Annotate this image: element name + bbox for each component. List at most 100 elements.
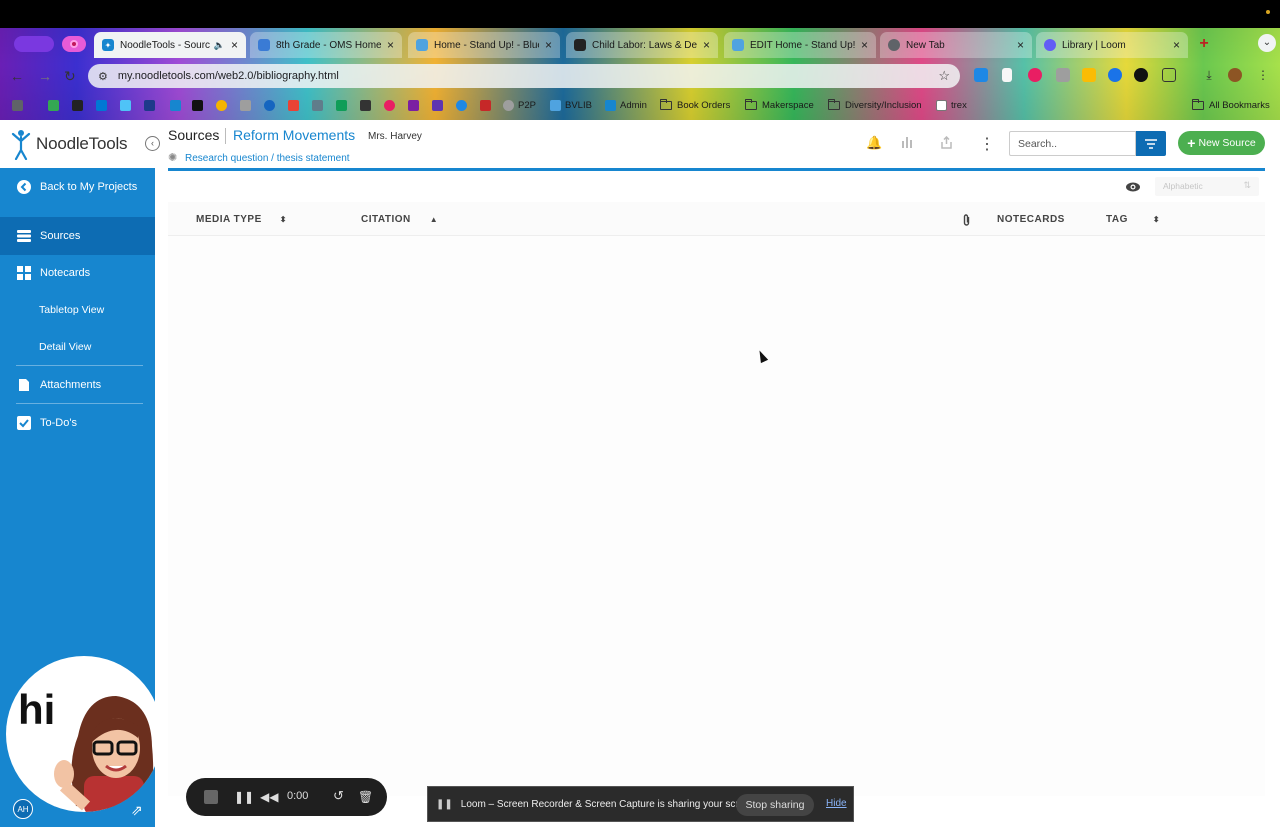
trash-icon[interactable]: 🗑	[358, 790, 373, 804]
bookmark-bvlib[interactable]: BVLIB	[550, 100, 592, 111]
book-favicon-icon	[574, 39, 586, 51]
bookmark-icon[interactable]	[432, 100, 447, 111]
bookmark-icon[interactable]	[456, 100, 471, 111]
bookmark-icon[interactable]	[264, 100, 279, 111]
bookmark-folder-makerspace[interactable]: Makerspace	[745, 99, 814, 111]
logo[interactable]: NoodleTools	[0, 120, 155, 168]
pause-icon[interactable]: ❚❚	[234, 790, 254, 804]
bookmark-icon[interactable]	[288, 100, 303, 111]
eye-icon[interactable]	[1126, 182, 1140, 192]
extension-icon[interactable]	[1108, 68, 1122, 82]
tab-8th-grade[interactable]: 8th Grade - OMS Home ×	[250, 32, 402, 58]
tab-title: Library | Loom	[1062, 39, 1126, 51]
rewind-icon[interactable]: ◀◀	[260, 790, 278, 804]
hide-link[interactable]: Hide	[826, 798, 847, 809]
extension-icon[interactable]	[974, 68, 988, 82]
tab-edit-home[interactable]: EDIT Home - Stand Up! ×	[724, 32, 876, 58]
bookmark-icon[interactable]	[312, 100, 327, 111]
filter-button[interactable]	[1136, 131, 1166, 156]
site-info-icon[interactable]: ⚙	[98, 70, 108, 83]
bookmark-icon[interactable]	[336, 100, 351, 111]
sort-select[interactable]: Alphabetic ⇅	[1155, 177, 1259, 196]
bookmark-label: trex	[951, 100, 967, 111]
close-tab-icon[interactable]: ×	[703, 38, 710, 52]
share-arrow-icon[interactable]: ⇗	[131, 802, 143, 819]
project-title[interactable]: Reform Movements	[233, 127, 355, 143]
bookmark-icon[interactable]	[384, 100, 399, 111]
column-citation[interactable]: CITATION ▲	[361, 214, 438, 225]
close-tab-icon[interactable]: ×	[861, 38, 868, 52]
download-icon[interactable]: ⤓	[1202, 68, 1216, 82]
tab-loom-library[interactable]: Library | Loom ×	[1036, 32, 1188, 58]
bookmark-icon[interactable]	[192, 100, 207, 111]
extension-icon[interactable]	[1056, 68, 1070, 82]
new-tab-button[interactable]: +	[1196, 36, 1212, 52]
tab-child-labor[interactable]: Child Labor: Laws & De ×	[566, 32, 718, 58]
back-to-projects[interactable]: Back to My Projects	[0, 176, 155, 198]
bookmark-icon[interactable]	[480, 100, 495, 111]
bookmark-icon[interactable]	[120, 100, 135, 111]
profile-avatar[interactable]	[1228, 68, 1242, 82]
extension-icon[interactable]	[1134, 68, 1148, 82]
sidebar-item-detail-view[interactable]: Detail View	[0, 335, 155, 359]
all-bookmarks[interactable]: All Bookmarks	[1192, 99, 1270, 111]
tab-list-chevron-icon[interactable]: ⌄	[1258, 34, 1276, 52]
bookmark-icon[interactable]	[144, 100, 159, 111]
bookmark-p2p[interactable]: P2P	[503, 100, 536, 111]
bookmark-icon[interactable]	[360, 100, 375, 111]
new-source-button[interactable]: + New Source	[1178, 131, 1265, 155]
user-avatar[interactable]: AH	[13, 799, 33, 819]
bookmark-trex[interactable]: trex	[936, 100, 967, 111]
column-media-type[interactable]: MEDIA TYPE ⬍	[196, 214, 287, 225]
research-question-link[interactable]: ✺ Research question / thesis statement	[168, 152, 350, 164]
bookmark-icon[interactable]	[48, 100, 63, 111]
collapse-sidebar-chevron-icon[interactable]: ‹	[145, 136, 160, 151]
close-tab-icon[interactable]: ×	[545, 38, 552, 52]
loom-recording-controls: ❚❚ ◀◀ 0:00 ↺ 🗑	[186, 778, 387, 816]
sidebar-item-todos[interactable]: To-Do's	[0, 411, 155, 435]
address-bar[interactable]: ⚙ my.noodletools.com/web2.0/bibliography…	[88, 64, 960, 88]
back-arrow-icon[interactable]: ←	[10, 68, 24, 84]
tab-noodletools[interactable]: ✦ NoodleTools - Source 🔈 ×	[94, 32, 246, 58]
close-tab-icon[interactable]: ×	[231, 38, 238, 52]
stop-recording-icon[interactable]	[204, 790, 218, 804]
bookmark-icon[interactable]	[72, 100, 87, 111]
bookmark-folder-book-orders[interactable]: Book Orders	[660, 99, 730, 111]
bookmark-star-icon[interactable]: ☆	[938, 68, 950, 84]
menu-kebab-icon[interactable]: ⋮	[1256, 68, 1270, 82]
bookmark-icon[interactable]	[240, 100, 255, 111]
column-tag[interactable]: TAG ⬍	[1106, 214, 1160, 225]
restart-icon[interactable]: ↺	[333, 788, 344, 804]
loom-camera-bubble[interactable]: hi	[6, 656, 162, 812]
drive-icon[interactable]	[1082, 68, 1096, 82]
share-icon[interactable]	[939, 135, 953, 150]
bell-icon[interactable]: 🔔	[866, 136, 882, 150]
puzzle-icon[interactable]	[1162, 68, 1176, 82]
forward-arrow-icon[interactable]: →	[38, 68, 52, 84]
close-tab-icon[interactable]: ×	[387, 38, 394, 52]
sidebar-item-notecards[interactable]: Notecards	[0, 260, 155, 286]
sidebar-item-sources[interactable]: Sources	[0, 217, 155, 255]
bookmark-icon[interactable]	[170, 100, 185, 111]
reload-icon[interactable]: ↻	[64, 68, 76, 85]
chart-icon[interactable]	[900, 136, 914, 150]
bookmark-icon[interactable]	[96, 100, 111, 111]
column-notecards[interactable]: NOTECARDS	[997, 214, 1065, 225]
apps-grid-icon[interactable]	[12, 100, 27, 111]
sidebar-item-attachments[interactable]: Attachments	[0, 373, 155, 397]
tab-new-tab[interactable]: New Tab ×	[880, 32, 1032, 58]
close-tab-icon[interactable]: ×	[1173, 38, 1180, 52]
search-input[interactable]: Search..	[1009, 131, 1136, 156]
bookmark-folder-diversity[interactable]: Diversity/Inclusion	[828, 99, 922, 111]
bookmark-icon[interactable]	[408, 100, 423, 111]
column-attachment[interactable]	[962, 214, 971, 227]
bookmark-icon[interactable]	[216, 100, 231, 111]
tab-home-stand-up[interactable]: Home - Stand Up! - Blue ×	[408, 32, 560, 58]
eyedropper-icon[interactable]	[1002, 68, 1012, 82]
sidebar-item-tabletop-view[interactable]: Tabletop View	[0, 298, 155, 322]
extension-badge-icon[interactable]	[1028, 68, 1042, 82]
close-tab-icon[interactable]: ×	[1017, 38, 1024, 52]
stop-sharing-button[interactable]: Stop sharing	[736, 794, 814, 816]
more-options-icon[interactable]: ⋮	[979, 134, 995, 154]
bookmark-admin[interactable]: Admin	[605, 100, 647, 111]
